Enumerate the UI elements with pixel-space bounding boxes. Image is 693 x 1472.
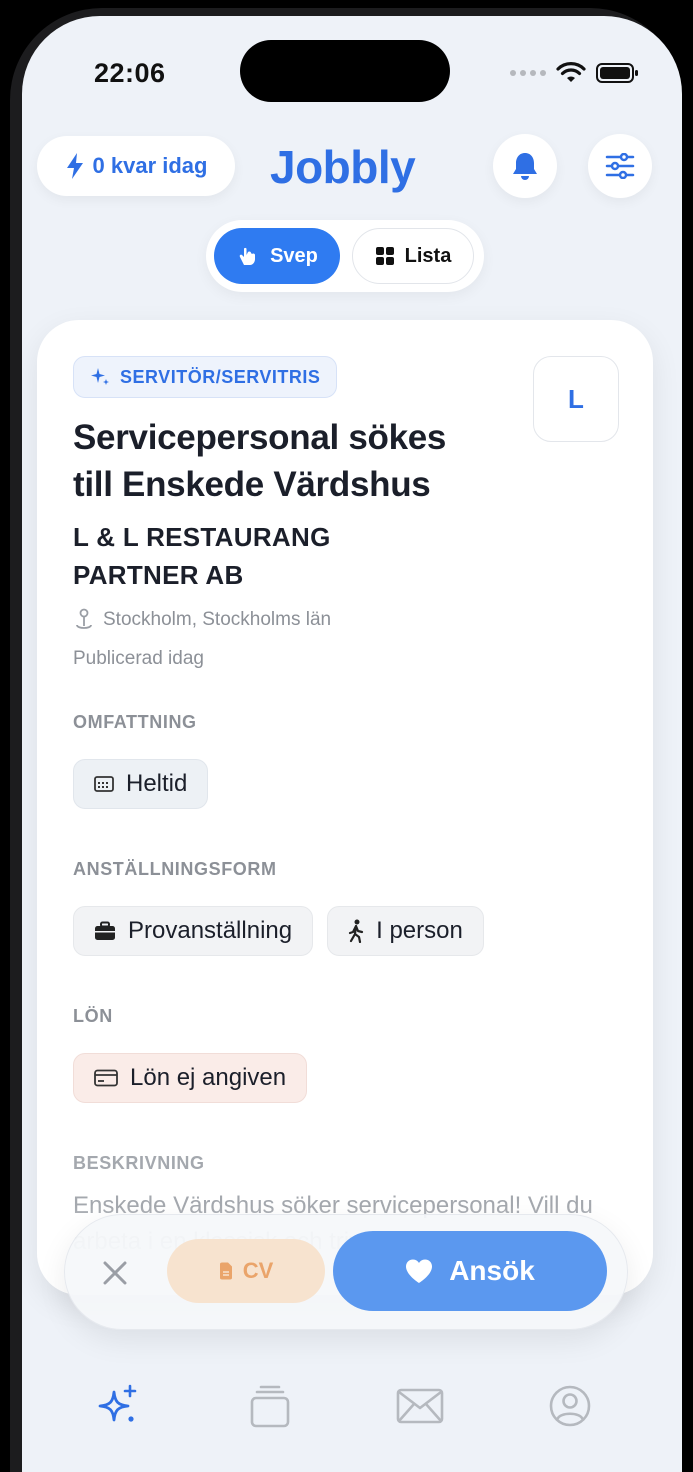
description-section-label: BESKRIVNING — [73, 1153, 205, 1173]
tab-profile[interactable] — [540, 1376, 600, 1436]
tab-saved[interactable] — [240, 1376, 300, 1436]
swipe-view-tab[interactable]: Svep — [214, 228, 340, 284]
envelope-icon — [396, 1388, 444, 1424]
salary-chip: Lön ej angiven — [73, 1053, 308, 1103]
wifi-icon — [556, 62, 586, 82]
cv-button[interactable]: CV — [167, 1239, 325, 1303]
salary-section-label: LÖN — [73, 1006, 113, 1026]
signal-icon — [510, 70, 546, 76]
tab-bar — [22, 1376, 682, 1436]
sliders-icon — [605, 153, 635, 179]
location-pin-icon — [76, 608, 92, 629]
cv-label: CV — [242, 1258, 274, 1283]
document-icon — [219, 1262, 232, 1280]
scope-section-label: OMFATTNING — [73, 712, 197, 732]
app-title: Jobbly — [270, 141, 416, 193]
briefcase-icon — [95, 921, 115, 940]
work-mode-value: I person — [376, 917, 463, 944]
notifications-button[interactable] — [493, 134, 557, 198]
dynamic-island — [240, 40, 450, 102]
bell-icon — [513, 153, 537, 180]
job-title: Servicepersonal sökes till Enskede Värds… — [73, 418, 447, 504]
tab-messages[interactable] — [390, 1376, 450, 1436]
employment-chips: Provanställning I person — [73, 906, 617, 956]
tap-hand-icon — [239, 247, 256, 265]
view-toggle: Svep Lista — [206, 220, 484, 292]
category-tag: SERVITÖR/SERVITRIS — [73, 356, 338, 398]
dismiss-button[interactable] — [95, 1253, 135, 1293]
employment-type-value: Provanställning — [128, 917, 293, 944]
stack-icon — [250, 1385, 290, 1428]
heart-icon — [406, 1259, 433, 1283]
lightning-icon — [66, 153, 83, 179]
sparkle-icon — [91, 368, 109, 385]
apply-button[interactable]: Ansök — [333, 1231, 607, 1311]
swipe-label: Svep — [270, 244, 318, 267]
grid-icon — [375, 247, 394, 265]
job-location: Stockholm, Stockholms län — [73, 608, 617, 632]
location-label: Stockholm, Stockholms län — [103, 609, 332, 630]
company-name: L & L RESTAURANG PARTNER AB — [73, 522, 331, 590]
credit-card-icon — [94, 1069, 118, 1087]
work-mode-chip: I person — [327, 906, 484, 956]
status-time: 22:06 — [94, 58, 166, 88]
scope-chips: Heltid — [73, 759, 617, 809]
app-screen: 22:06 0 kvar idag Jobbly Svep Lista L SE… — [22, 16, 682, 1472]
daily-swipes-remaining[interactable]: 0 kvar idag — [37, 136, 235, 196]
list-view-tab[interactable]: Lista — [352, 228, 474, 284]
user-circle-icon — [549, 1385, 591, 1427]
job-card[interactable]: L SERVITÖR/SERVITRIS Servicepersonal sök… — [37, 320, 653, 1295]
scope-value: Heltid — [126, 770, 188, 797]
employment-section-label: ANSTÄLLNINGSFORM — [73, 859, 277, 879]
apply-label: Ansök — [449, 1255, 535, 1286]
status-icons — [510, 62, 640, 84]
filters-button[interactable] — [588, 134, 652, 198]
battery-icon — [596, 63, 638, 83]
walking-person-icon — [349, 919, 364, 943]
salary-chips: Lön ej angiven — [73, 1053, 617, 1103]
calendar-icon — [94, 776, 114, 792]
sparkles-icon — [98, 1384, 137, 1422]
scope-chip: Heltid — [73, 759, 209, 809]
salary-value: Lön ej angiven — [130, 1064, 287, 1091]
list-label: Lista — [404, 244, 452, 267]
published-date: Publicerad idag — [73, 648, 204, 669]
employment-type-chip: Provanställning — [73, 906, 314, 956]
remaining-label: 0 kvar idag — [92, 153, 208, 178]
tab-discover[interactable] — [88, 1376, 148, 1436]
action-bar: CV Ansök — [64, 1214, 628, 1330]
close-icon — [103, 1261, 127, 1285]
category-label: SERVITÖR/SERVITRIS — [120, 366, 321, 387]
